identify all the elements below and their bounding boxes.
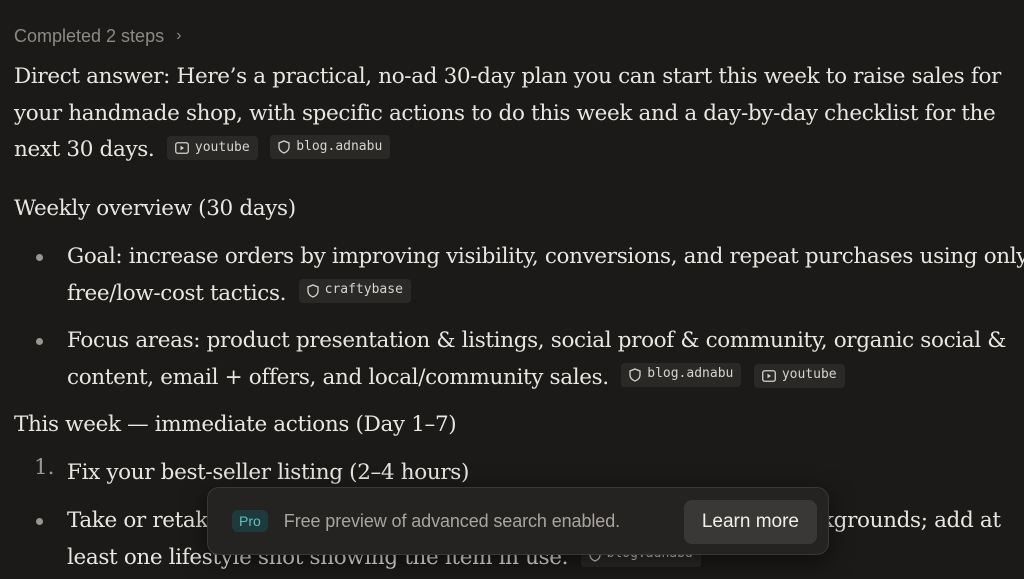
citation-label: youtube [194, 139, 250, 155]
sub-line-1-start: Take or retak [67, 508, 209, 533]
bullet-marker [36, 518, 43, 525]
pro-badge: Pro [232, 510, 268, 532]
goal-line-1: Goal: increase orders by improving visib… [67, 244, 1024, 269]
thisweek-heading: This week — immediate actions (Day 1–7) [14, 412, 457, 437]
focus-line-2: content, email + offers, and local/commu… [67, 364, 609, 390]
bullet-marker [36, 338, 43, 345]
weekly-heading: Weekly overview (30 days) [14, 196, 296, 221]
goal-line-2: free/low-cost tactics. [67, 280, 287, 306]
intro-line-3: next 30 days. [14, 137, 155, 162]
completed-steps-toggle[interactable]: Completed 2 steps › [14, 24, 181, 48]
intro-line-1: Direct answer: Here’s a practical, no-ad… [14, 64, 1001, 89]
bullet-marker [36, 254, 43, 261]
citation-blog-adnabu[interactable]: blog.adnabu [621, 362, 742, 387]
chevron-right-icon: › [176, 27, 182, 44]
citation-craftybase[interactable]: craftybase [298, 278, 411, 303]
shield-icon [306, 283, 319, 298]
citation-label: blog.adnabu [296, 138, 383, 154]
citation-label: youtube [781, 367, 837, 383]
citation-youtube[interactable]: youtube [166, 136, 258, 160]
sub-line-1-end: kgrounds; add at [821, 508, 1001, 533]
play-icon [175, 142, 189, 154]
citation-label: blog.adnabu [647, 366, 734, 382]
shield-icon [278, 140, 290, 154]
shield-icon [629, 367, 641, 382]
focus-line-1: Focus areas: product presentation & list… [67, 328, 1007, 353]
focus-line-2-wrap: content, email + offers, and local/commu… [67, 360, 845, 397]
list-number: 1. [34, 455, 55, 480]
learn-more-button[interactable]: Learn more [683, 500, 817, 544]
pro-preview-toast: Pro Free preview of advanced search enab… [207, 487, 829, 555]
citation-label: craftybase [324, 282, 403, 298]
steps-label: Completed 2 steps [14, 25, 165, 46]
toast-message: Free preview of advanced search enabled. [283, 510, 621, 531]
goal-line-2-wrap: free/low-cost tactics. craftybase [67, 276, 411, 313]
citation-blog-adnabu[interactable]: blog.adnabu [270, 135, 391, 159]
citation-youtube[interactable]: youtube [753, 363, 845, 388]
play-icon [761, 369, 776, 382]
intro-line-2: your handmade shop, with specific action… [14, 100, 996, 126]
intro-line-3-wrap: next 30 days. youtube blog.adnabu [14, 132, 391, 169]
